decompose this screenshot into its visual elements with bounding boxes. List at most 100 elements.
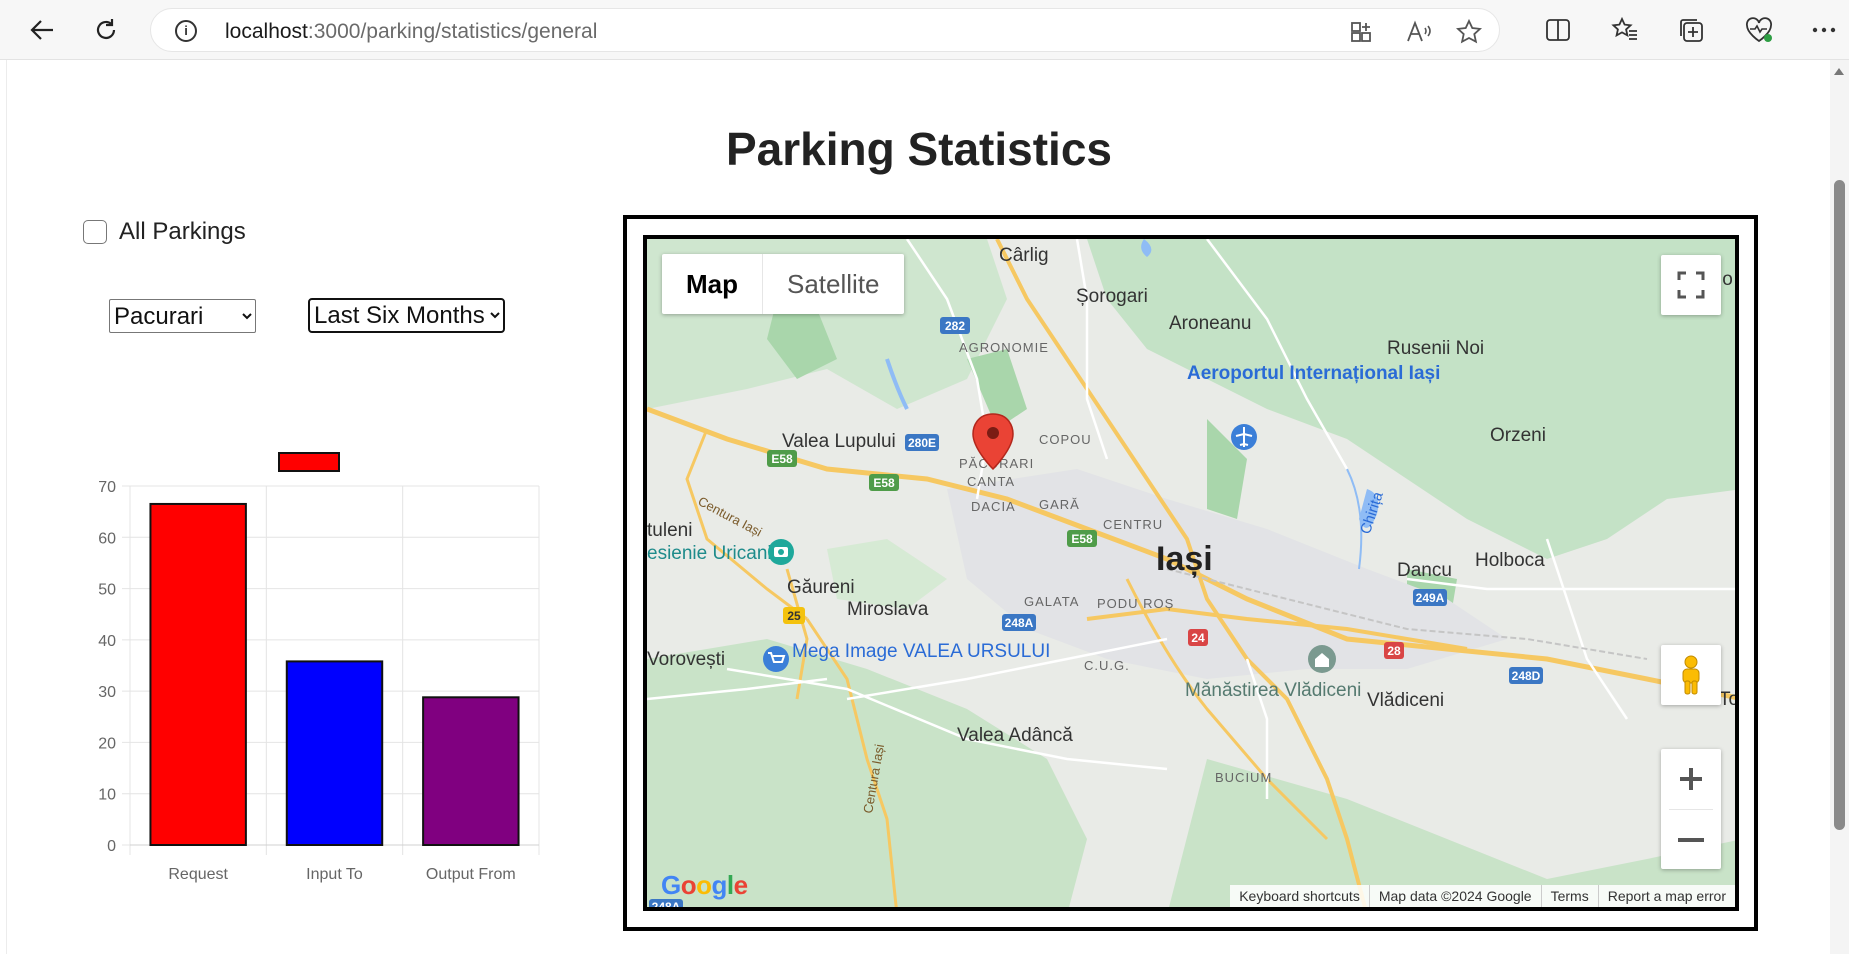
chart-ytick-label: 70	[98, 479, 116, 496]
map-label-tuleni: tuleni	[647, 520, 692, 541]
monastery-icon	[1308, 645, 1336, 673]
all-parkings-label: All Parkings	[119, 218, 246, 245]
favorite-star-icon[interactable]	[1456, 19, 1482, 45]
split-screen-icon[interactable]	[1540, 12, 1576, 48]
map-label-iasi: Iași	[1156, 540, 1213, 578]
map-label-dancu: Dancu	[1397, 560, 1452, 581]
back-icon[interactable]	[24, 12, 60, 48]
map-label-airport: Aeroportul Internațional Iași	[1187, 363, 1440, 384]
scroll-up-arrow-icon[interactable]	[1834, 68, 1844, 75]
map-road-e58-c: E58	[1071, 532, 1093, 546]
map-label-carlig: Cârlig	[999, 245, 1049, 266]
pegman-icon	[1682, 655, 1700, 695]
map-label-miroslava: Miroslava	[847, 599, 929, 620]
map-label-agronomie: AGRONOMIE	[959, 340, 1049, 355]
zoom-in-button[interactable]	[1661, 749, 1721, 809]
map-type-map-button[interactable]: Map	[662, 254, 763, 314]
map-label-edge-to: To	[1719, 689, 1739, 710]
map-label-uricani: esienie Uricani	[647, 543, 772, 564]
all-parkings-checkbox[interactable]	[83, 220, 107, 244]
street-view-pegman-button[interactable]	[1661, 645, 1721, 705]
page-content: Parking Statistics All Parkings Pacurari…	[6, 60, 1830, 954]
address-bar[interactable]: i localhost:3000/parking/statistics/gene…	[150, 8, 1500, 52]
map-tiles: 282 280E E58 E58 E58 25 248A 24 28 249A …	[647, 239, 1739, 911]
map-road-282: 282	[945, 319, 965, 333]
map-label-podu-ros: PODU ROȘ	[1097, 596, 1174, 611]
url-text[interactable]: localhost:3000/parking/statistics/genera…	[225, 20, 597, 44]
map-label-sorogari: Șorogari	[1076, 286, 1148, 307]
map-label-gaureni: Găureni	[787, 577, 855, 598]
google-map[interactable]: 282 280E E58 E58 E58 25 248A 24 28 249A …	[643, 235, 1739, 911]
map-type-satellite-button[interactable]: Satellite	[763, 254, 904, 314]
map-attribution: Keyboard shortcuts Map data ©2024 Google…	[1230, 885, 1735, 907]
more-menu-icon[interactable]	[1806, 12, 1842, 48]
chart-legend-swatch	[278, 452, 340, 472]
map-road-e58-a: E58	[771, 452, 793, 466]
map-label-manastirea: Mănăstirea Vlădiceni	[1185, 680, 1361, 701]
zoom-out-button[interactable]	[1661, 810, 1721, 870]
read-aloud-icon[interactable]	[1406, 19, 1432, 45]
fullscreen-button[interactable]	[1661, 255, 1721, 315]
parking-bar-chart: 0 10 20 30 40 50 60 70 Request Input To Output Fro…	[98, 452, 540, 883]
map-label-dacia: DACIA	[971, 499, 1016, 514]
map-road-248a: 248A	[1005, 616, 1034, 630]
page-scrollbar[interactable]	[1830, 60, 1849, 954]
chart-ytick-label: 0	[107, 838, 116, 855]
browser-essentials-icon[interactable]	[1741, 12, 1777, 48]
shopping-cart-icon	[763, 646, 789, 672]
map-label-orzeni: Orzeni	[1490, 425, 1546, 446]
chart-ytick-label: 30	[98, 684, 116, 701]
refresh-icon[interactable]	[88, 12, 124, 48]
collections-icon[interactable]	[1674, 12, 1710, 48]
favorites-icon[interactable]	[1607, 12, 1643, 48]
map-type-control: Map Satellite	[662, 254, 904, 314]
map-road-e58-b: E58	[873, 476, 895, 490]
map-road-249a: 249A	[1416, 591, 1445, 605]
map-road-25: 25	[787, 609, 801, 623]
map-label-rusenii-noi: Rusenii Noi	[1387, 338, 1484, 359]
period-select[interactable]: Last Six Months	[308, 298, 505, 333]
zoom-control	[1661, 749, 1721, 869]
map-label-gara: GARĂ	[1039, 497, 1080, 512]
chart-bar	[285, 660, 384, 847]
chart-ytick-label: 20	[98, 735, 116, 752]
chart-ytick-label: 50	[98, 582, 116, 599]
scrollbar-thumb[interactable]	[1834, 180, 1845, 830]
plus-icon	[1680, 768, 1702, 790]
map-label-valea-lupului: Valea Lupului	[782, 431, 896, 452]
parking-select[interactable]: Pacurari	[109, 299, 256, 333]
map-label-cug: C.U.G.	[1084, 658, 1130, 673]
map-label-vladiceni: Vlădiceni	[1367, 690, 1444, 711]
map-label-centru: CENTRU	[1103, 517, 1163, 532]
map-label-bucium: BUCIUM	[1215, 770, 1272, 785]
info-icon[interactable]: i	[175, 20, 197, 42]
url-host: localhost	[225, 20, 308, 43]
map-road-24: 24	[1191, 631, 1205, 645]
map-label-vorovesti: Vorovești	[647, 649, 725, 670]
report-map-error-link[interactable]: Report a map error	[1597, 885, 1735, 907]
map-data-text: Map data ©2024 Google	[1368, 885, 1541, 907]
map-road-28: 28	[1387, 644, 1401, 658]
all-parkings-toggle[interactable]: All Parkings	[83, 218, 246, 246]
airport-icon	[1231, 424, 1257, 450]
chart-xtick-label: Output From	[426, 866, 516, 883]
chart-xtick-label: Request	[168, 866, 228, 883]
minus-icon	[1678, 838, 1704, 842]
chart-xtick-label: Input To	[306, 866, 363, 883]
terms-link[interactable]: Terms	[1540, 885, 1598, 907]
map-label-aroneanu: Aroneanu	[1169, 313, 1251, 334]
map-label-galata: GALATA	[1024, 594, 1079, 609]
map-label-mega-image: Mega Image VALEA URSULUI	[792, 641, 1050, 662]
url-path: :3000/parking/statistics/general	[307, 20, 598, 43]
app-available-icon[interactable]	[1348, 19, 1374, 45]
chart-bar	[149, 502, 247, 846]
map-label-copou: COPOU	[1039, 432, 1092, 447]
map-frame: 282 280E E58 E58 E58 25 248A 24 28 249A …	[623, 215, 1758, 931]
fullscreen-icon	[1677, 271, 1705, 299]
chart-ytick-label: 60	[98, 530, 116, 547]
map-road-248a-2: 248A	[652, 900, 681, 911]
keyboard-shortcuts-link[interactable]: Keyboard shortcuts	[1230, 885, 1369, 907]
camera-poi-icon	[768, 539, 794, 565]
google-logo: Google	[661, 870, 748, 900]
chart-ytick-label: 40	[98, 633, 116, 650]
